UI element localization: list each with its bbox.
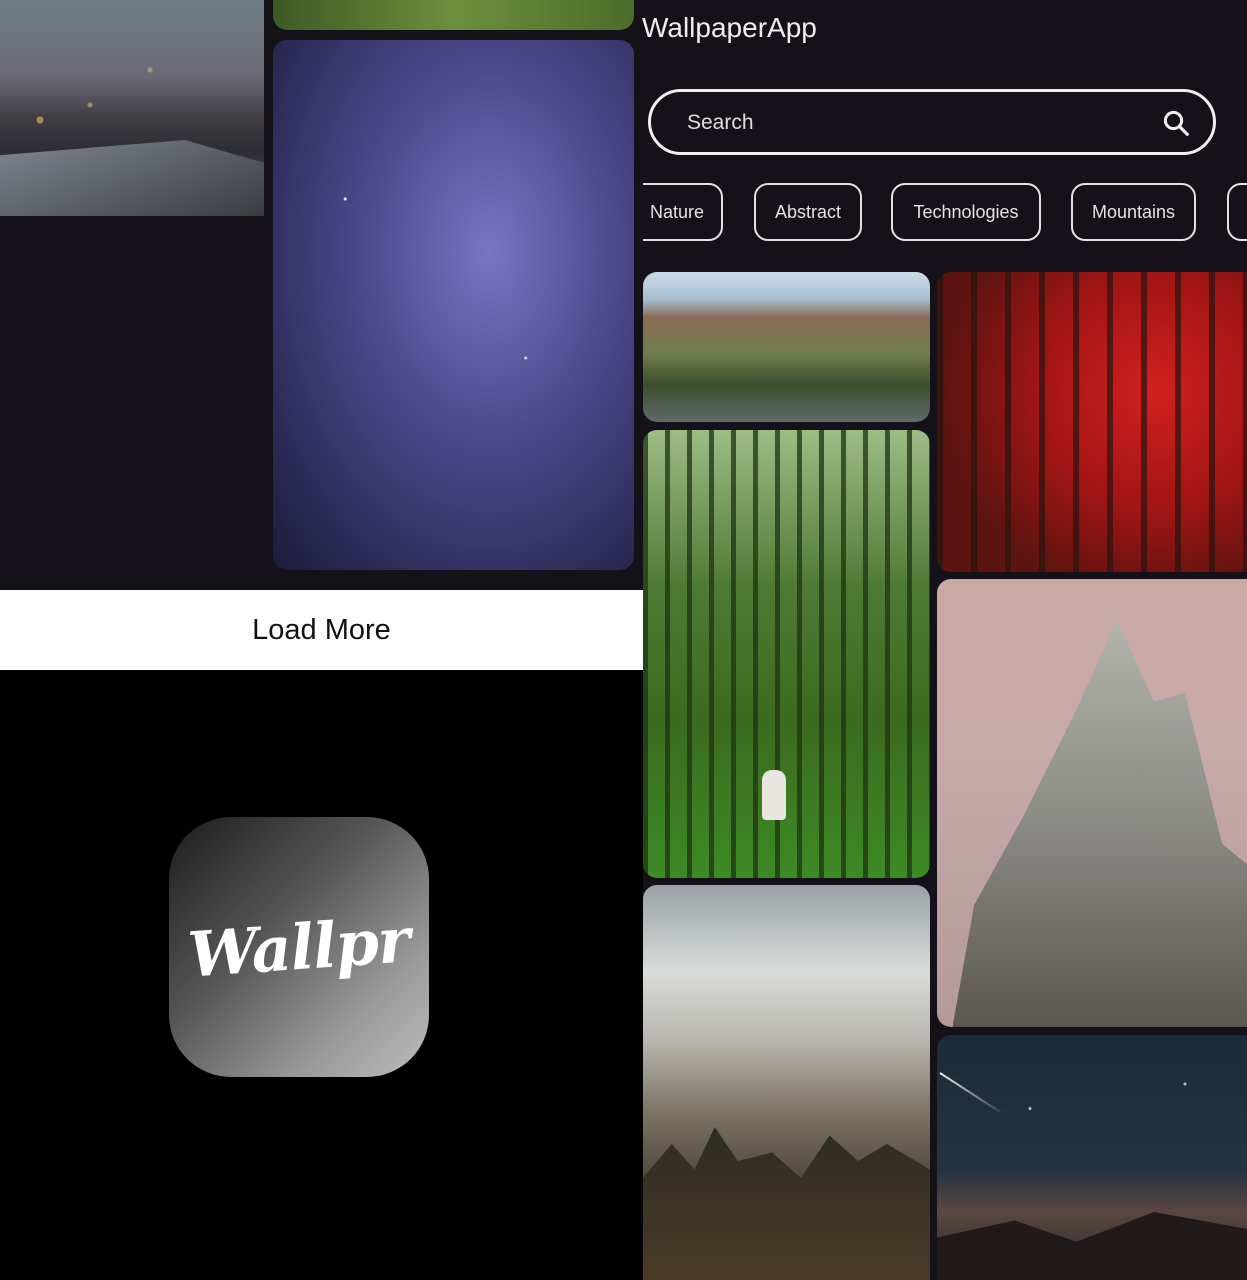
wallpaper-green-forest[interactable] [643, 430, 930, 878]
chip-abstract[interactable]: Abstract [754, 183, 862, 241]
app-logo: Wallpr [169, 817, 429, 1077]
wallpaper-canyon[interactable] [643, 272, 930, 422]
chip-technologies[interactable]: Technologies [891, 183, 1041, 241]
hiker-figure [762, 770, 786, 820]
wallpaper-green[interactable] [273, 0, 634, 30]
wallpaper-starry-sky[interactable] [273, 40, 634, 570]
chip-nature[interactable]: Nature [643, 183, 723, 241]
logo-text: Wallpr [185, 902, 413, 992]
chip-next[interactable] [1227, 183, 1247, 241]
category-chips: Nature Abstract Technologies Mountains [643, 0, 1247, 260]
load-more-button[interactable]: Load More [0, 590, 643, 670]
wallpaper-red-forest[interactable] [937, 272, 1247, 572]
chip-mountains[interactable]: Mountains [1071, 183, 1196, 241]
